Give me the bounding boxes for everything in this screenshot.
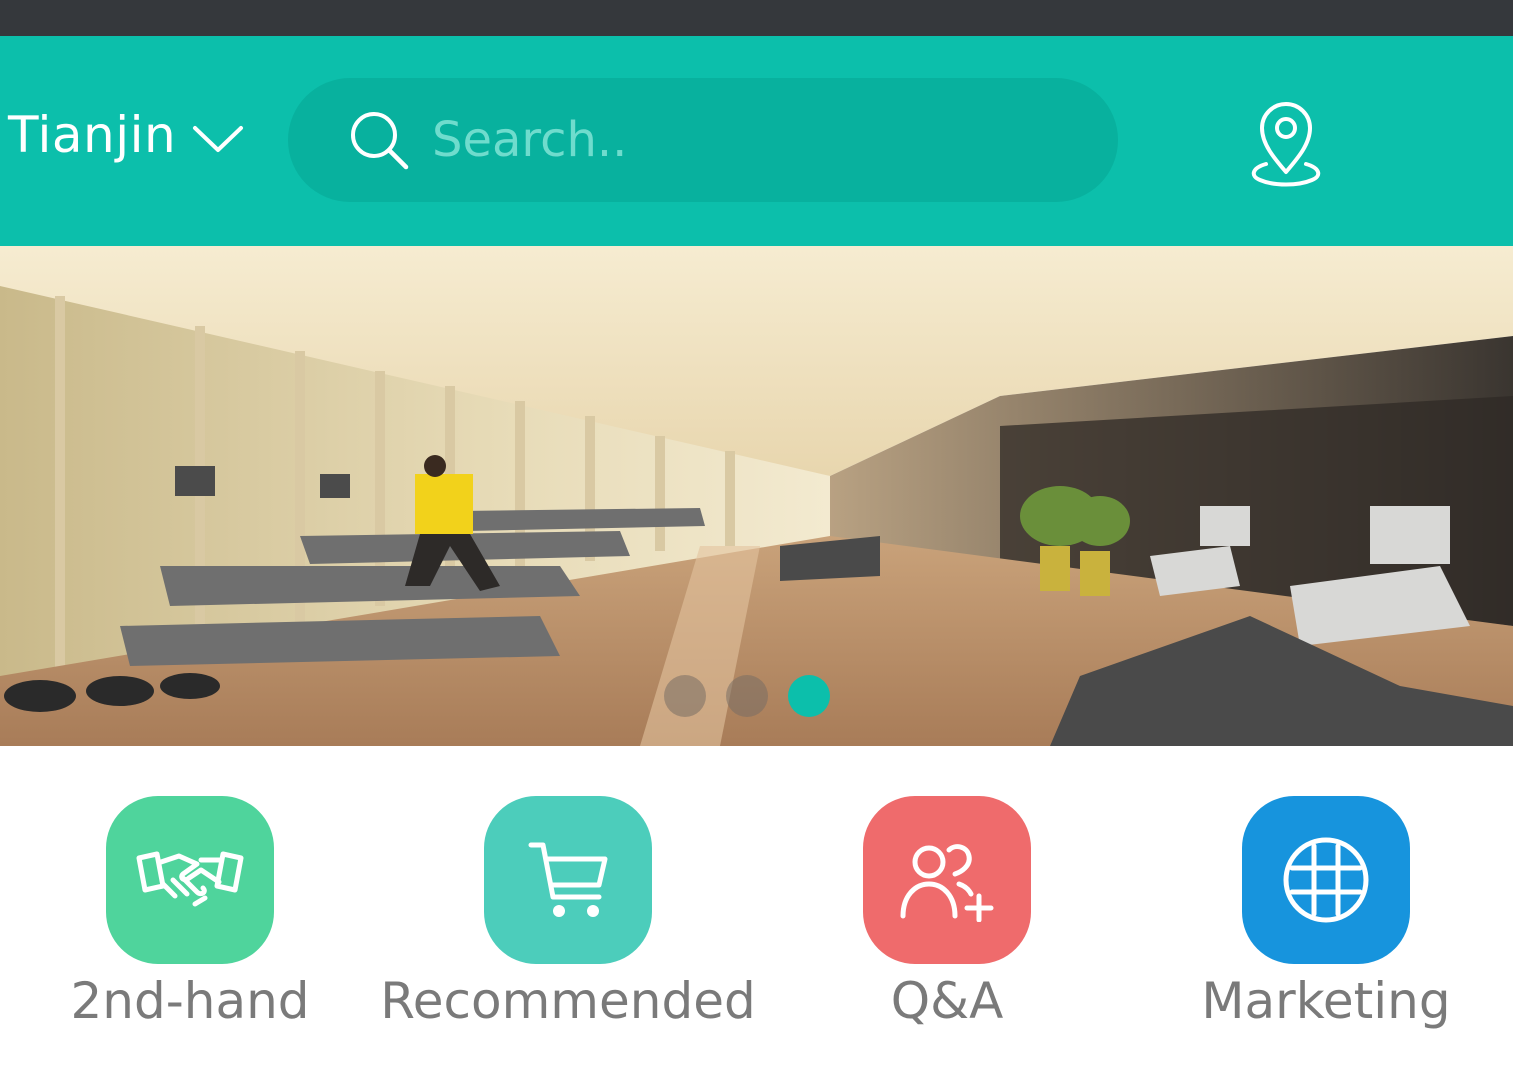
category-recommended[interactable]: Recommended (378, 796, 758, 1030)
category-qa[interactable]: Q&A (757, 796, 1137, 1030)
search-input[interactable] (430, 111, 1034, 169)
promo-banner[interactable] (0, 246, 1513, 746)
carousel-dot[interactable] (726, 675, 768, 717)
grid-icon (1283, 837, 1369, 923)
category-label: 2nd-hand (70, 972, 310, 1030)
app-header: Tianjin (0, 36, 1513, 246)
carousel-dots (664, 675, 830, 717)
handshake-icon (136, 851, 244, 907)
category-icon-bg (484, 796, 652, 964)
category-2nd-hand[interactable]: 2nd-hand (0, 796, 380, 1030)
category-icon-bg (1242, 796, 1410, 964)
add-user-icon (900, 844, 994, 922)
status-bar (0, 0, 1513, 36)
location-pin-icon[interactable] (1244, 98, 1328, 188)
category-icon-bg (106, 796, 274, 964)
carousel-dot-active[interactable] (788, 675, 830, 717)
search-box[interactable] (288, 78, 1118, 202)
cart-icon (528, 842, 608, 917)
category-label: Q&A (890, 972, 1004, 1030)
gym-banner-image (0, 246, 1513, 746)
category-grid: 2nd-hand Recommended Q&A Marketing (0, 796, 1513, 1056)
city-label: Tianjin (8, 106, 177, 164)
chevron-down-icon (193, 126, 244, 152)
search-icon (351, 112, 409, 170)
carousel-dot[interactable] (664, 675, 706, 717)
category-icon-bg (863, 796, 1031, 964)
category-label: Recommended (380, 972, 756, 1030)
category-marketing[interactable]: Marketing (1136, 796, 1513, 1030)
city-selector[interactable]: Tianjin (8, 100, 244, 170)
category-label: Marketing (1201, 972, 1451, 1030)
